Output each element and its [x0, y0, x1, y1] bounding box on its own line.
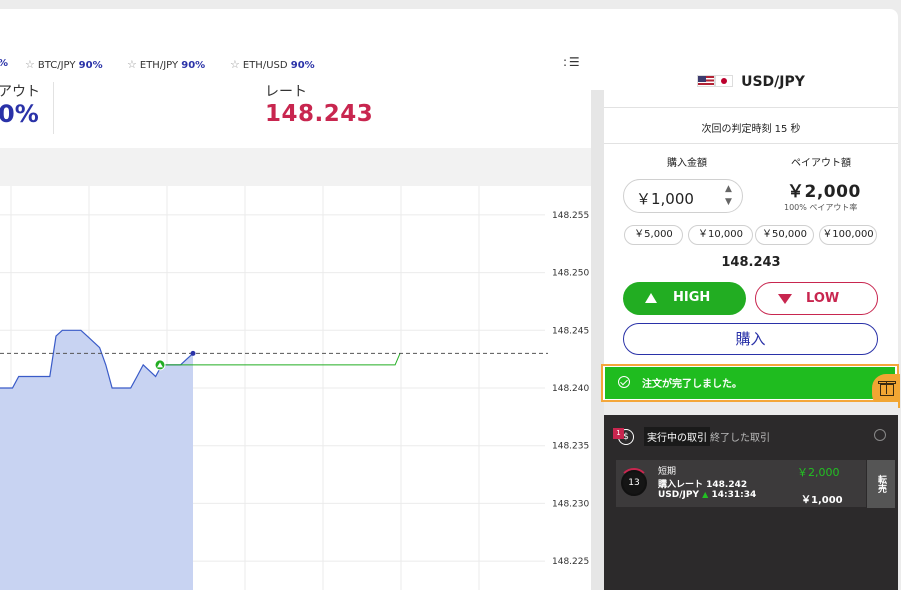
- chart-toolbar: [0, 148, 591, 186]
- favorite-item[interactable]: %: [0, 58, 8, 69]
- rate-label: レート: [265, 84, 307, 100]
- y-tick-label: 148.225: [552, 557, 589, 567]
- us-flag-icon: [697, 75, 716, 87]
- amount-label: 購入金額: [667, 158, 707, 169]
- high-label: HIGH: [673, 290, 711, 305]
- tab-active-trades[interactable]: 実行中の取引: [644, 427, 710, 446]
- payout-amount-label: ペイアウト額: [791, 158, 851, 169]
- y-tick-label: 148.250: [552, 269, 589, 279]
- trade-time: 14:31:34: [711, 490, 757, 500]
- favorite-payout: 90%: [290, 60, 315, 71]
- amount-value: ￥1,000: [636, 190, 694, 208]
- gift-icon: [878, 381, 896, 396]
- preset-50000-button[interactable]: ￥50,000: [755, 225, 814, 245]
- payout-rate: 100% ペイアウト率: [784, 203, 858, 212]
- price-area: [0, 330, 193, 590]
- preset-100000-button[interactable]: ￥100,000: [819, 225, 877, 245]
- trade-amount: ￥1,000: [801, 495, 843, 506]
- rate-stats: アウト 0% レート 148.243: [0, 78, 591, 148]
- trade-pair: USD/JPY: [658, 490, 700, 500]
- preset-10000-button[interactable]: ￥10,000: [688, 225, 753, 245]
- price-chart[interactable]: 148.255 148.250 148.245 148.240 148.235 148.2…: [0, 186, 591, 590]
- star-icon[interactable]: ☆: [230, 58, 240, 71]
- preset-5000-button[interactable]: ￥5,000: [624, 225, 683, 245]
- payout-amount: ￥2,000: [787, 182, 861, 202]
- increment-icon[interactable]: ▲: [725, 184, 732, 194]
- divider: [604, 107, 898, 108]
- entry-projection-line: [160, 353, 401, 366]
- y-tick-label: 148.240: [552, 384, 589, 394]
- low-button[interactable]: LOW: [755, 282, 878, 315]
- pair-label: USD/JPY: [741, 74, 805, 90]
- menu-icon[interactable]: : ☰: [563, 55, 580, 69]
- trade-type: 短期: [658, 467, 677, 477]
- next-judge-time: 次回の判定時刻 15 秒: [701, 124, 801, 135]
- external-link-icon[interactable]: [874, 429, 886, 441]
- current-price-point: [190, 350, 196, 356]
- stats-divider: [53, 82, 54, 134]
- check-circle-icon: [618, 376, 630, 388]
- y-tick-label: 148.255: [552, 211, 589, 221]
- payout-value: 0%: [0, 100, 39, 128]
- star-icon[interactable]: ☆: [25, 58, 35, 71]
- tab-closed-trades[interactable]: 終了した取引: [710, 429, 770, 444]
- y-tick-label: 148.245: [552, 326, 589, 336]
- trade-payout: ￥2,000: [797, 466, 840, 479]
- decrement-icon[interactable]: ▼: [725, 197, 732, 207]
- favorite-name: ETH/USD: [242, 60, 288, 71]
- payout-label: アウト: [0, 84, 40, 100]
- amount-input[interactable]: ￥1,000 ▲ ▼: [623, 179, 743, 213]
- favorite-name: BTC/JPY: [37, 60, 76, 71]
- price-chart-svg: 148.255 148.250 148.245 148.240 148.235 148.2…: [0, 186, 589, 590]
- panel-scrollbar[interactable]: [591, 90, 604, 590]
- order-complete-toast[interactable]: 注文が完了しました。: [605, 367, 895, 399]
- order-panel: USD/JPY 次回の判定時刻 15 秒 購入金額 ペイアウト額 ￥1,000 …: [604, 60, 898, 412]
- favorite-item-btc-jpy[interactable]: ☆ BTC/JPY 90%: [25, 58, 103, 71]
- triangle-up-icon: [645, 293, 657, 303]
- favorite-name: ETH/JPY: [139, 60, 179, 71]
- active-trades-badge: 1: [613, 428, 624, 439]
- favorite-payout: 90%: [78, 60, 103, 71]
- jp-flag-icon: [715, 75, 734, 87]
- trade-pair-row: USD/JPY ▲ 14:31:34: [658, 490, 756, 500]
- y-tick-label: 148.230: [552, 499, 589, 509]
- favorite-payout: %: [0, 58, 8, 69]
- current-rate: 148.243: [721, 255, 781, 270]
- pair-selector[interactable]: USD/JPY: [604, 74, 898, 90]
- buy-button[interactable]: 購入: [623, 323, 878, 355]
- trade-buy-rate: 購入レート 148.242: [658, 480, 748, 490]
- divider: [604, 143, 898, 144]
- favorite-item-eth-jpy[interactable]: ☆ ETH/JPY 90%: [127, 58, 205, 71]
- countdown-timer: 13: [621, 470, 647, 496]
- rate-value: 148.243: [265, 101, 374, 127]
- low-label: LOW: [806, 291, 840, 306]
- panel-gap: [604, 402, 898, 415]
- toast-message: 注文が完了しました。: [642, 379, 742, 390]
- heart-down-icon: [778, 294, 792, 304]
- high-button[interactable]: HIGH: [623, 282, 746, 315]
- up-arrow-icon: ▲: [702, 490, 709, 499]
- trade-card[interactable]: 13 短期 購入レート 148.242 USD/JPY ▲ 14:31:34 ￥…: [616, 460, 866, 507]
- favorite-item-eth-usd[interactable]: ☆ ETH/USD 90%: [230, 58, 315, 71]
- star-icon[interactable]: ☆: [127, 58, 137, 71]
- resell-button[interactable]: 転売: [867, 460, 895, 508]
- trades-panel: $ 1 実行中の取引 終了した取引 13 短期 購入レート 148.242 US…: [604, 415, 898, 590]
- favorite-payout: 90%: [181, 60, 206, 71]
- y-tick-label: 148.235: [552, 442, 589, 452]
